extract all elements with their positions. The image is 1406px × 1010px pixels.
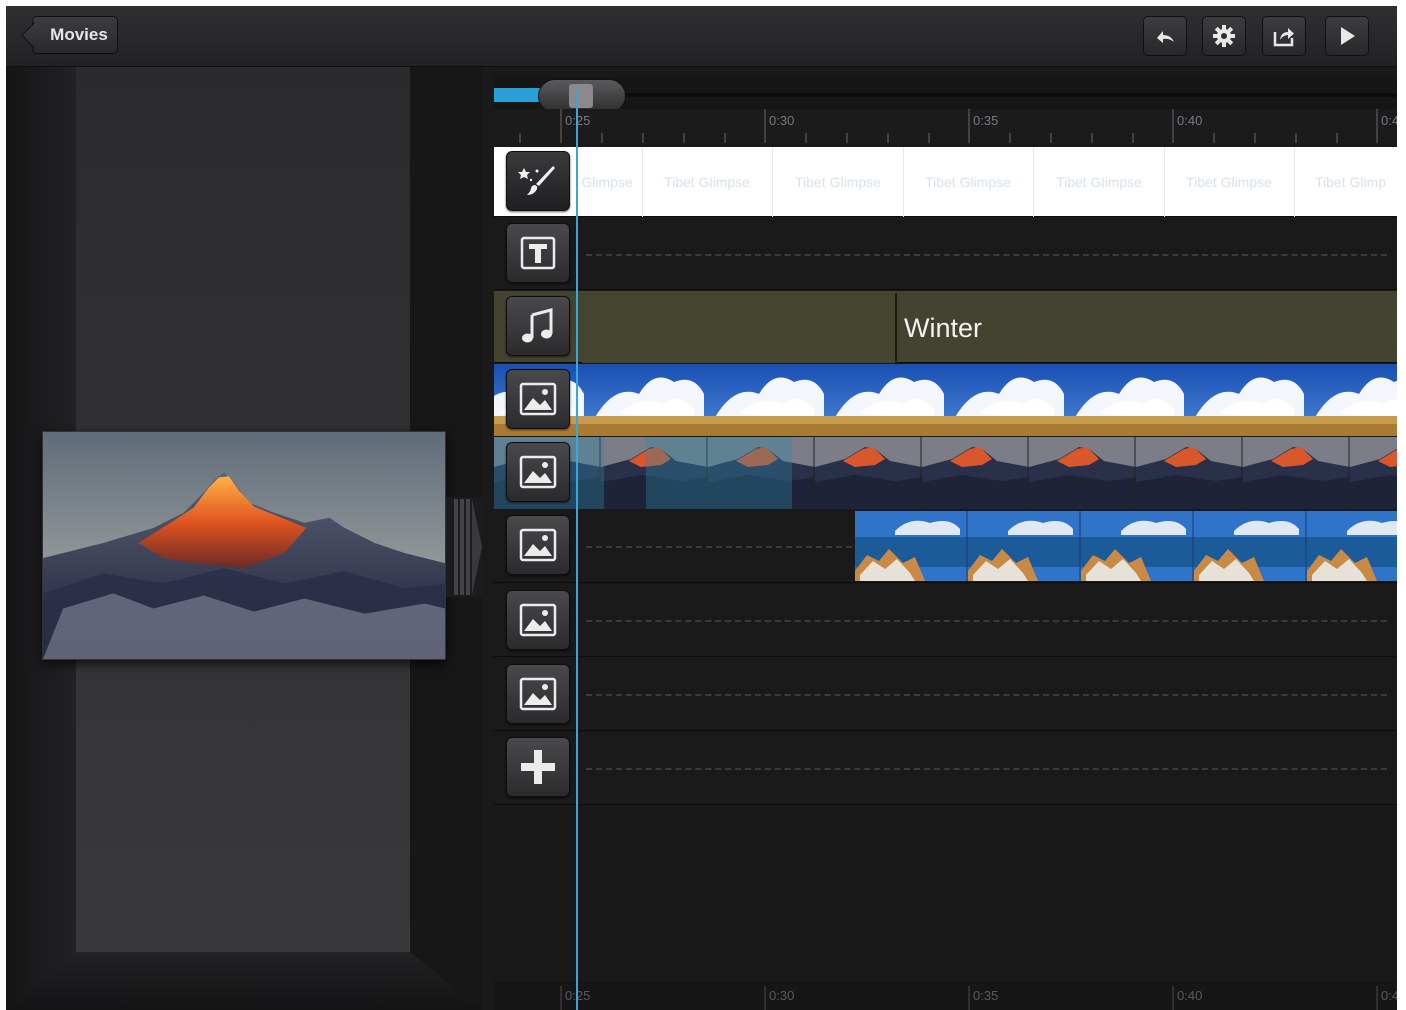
image-icon (519, 677, 557, 711)
theme-clip[interactable]: Tibet Glimpse (642, 147, 773, 217)
add-track-button[interactable] (506, 737, 570, 797)
image-icon (519, 528, 557, 562)
share-button[interactable] (1262, 16, 1306, 56)
preview-collapse-handle[interactable] (446, 497, 482, 597)
empty-track-placeholder (586, 253, 1387, 256)
ruler-label: 0:4 (1381, 113, 1397, 128)
back-button[interactable]: Movies (32, 16, 118, 54)
theme-clip-label: Tibet Glimpse (925, 174, 1011, 190)
play-button[interactable] (1325, 16, 1369, 56)
image-track-button[interactable] (506, 369, 570, 429)
plus-icon (521, 750, 555, 784)
theme-button[interactable] (506, 151, 570, 211)
time-ruler: 0:25 0:30 0:35 0:40 0:4 (494, 109, 1397, 145)
music-clip-title: Winter (904, 313, 983, 343)
image-clip-clouds[interactable] (494, 364, 1397, 436)
theme-clip[interactable]: Tibet Glimp (1295, 147, 1397, 217)
position-scrubber[interactable] (494, 77, 1397, 113)
preview-panel (6, 67, 482, 1010)
image-track-button[interactable] (506, 590, 570, 650)
theme-clip[interactable]: Tibet Glimpse (1164, 147, 1295, 217)
image-track[interactable] (494, 364, 1397, 436)
theme-clip-label: Tibet Glimpse (1056, 174, 1142, 190)
image-clip-mountains[interactable] (494, 437, 1397, 509)
ruler-label: 0:40 (1177, 988, 1203, 1003)
toolbar: Movies (6, 6, 1397, 67)
title-track-button[interactable] (506, 223, 570, 283)
settings-button[interactable] (1202, 16, 1246, 56)
share-icon (1273, 28, 1294, 47)
empty-track-placeholder (586, 546, 852, 548)
image-track[interactable] (494, 437, 1397, 509)
ruler-label: 0:35 (973, 988, 999, 1003)
timeline-panel: 0:25 0:30 0:35 0:40 0:4 Glimpse Tibet Gl… (494, 67, 1397, 1010)
undo-icon (1157, 31, 1174, 43)
preview-video-frame (42, 431, 446, 660)
scrubber-track (544, 93, 1397, 97)
music-note-icon (522, 308, 553, 343)
image-icon (519, 455, 557, 489)
music-clip[interactable] (582, 291, 895, 363)
bottom-time-ruler: 0:25 0:30 0:35 0:40 0:4 (494, 982, 1397, 1010)
scrubber-progress (494, 88, 544, 102)
image-track-button[interactable] (506, 664, 570, 724)
gear-icon (1213, 25, 1235, 47)
theme-clip-label: Tibet Glimp (1315, 174, 1387, 190)
ruler-label: 0:30 (769, 113, 795, 128)
scrubber-handle[interactable] (538, 79, 626, 113)
empty-track-placeholder (586, 694, 1387, 696)
magic-brush-icon (518, 166, 555, 195)
image-track[interactable] (494, 658, 1397, 731)
theme-clip[interactable]: Glimpse (582, 147, 643, 217)
app-window: Movies 0:30 0:35 0:40 0:4 Glimpse Tibet … (6, 6, 1397, 1010)
image-track[interactable] (494, 510, 1397, 583)
playhead[interactable] (576, 90, 578, 1010)
empty-track-placeholder (586, 768, 1387, 770)
ruler-label: 0:4 (1381, 988, 1397, 1003)
music-track[interactable]: Winter (494, 291, 1397, 363)
text-icon (520, 236, 556, 270)
image-track[interactable] (494, 584, 1397, 657)
undo-button[interactable] (1143, 16, 1187, 56)
play-icon (1341, 27, 1355, 45)
theme-clip[interactable]: Tibet Glimpse (773, 147, 904, 217)
music-track-button[interactable] (506, 296, 570, 356)
image-track-button[interactable] (506, 515, 570, 575)
image-icon (519, 382, 557, 416)
theme-clip-label: Tibet Glimpse (1186, 174, 1272, 190)
image-track-button[interactable] (506, 442, 570, 502)
ruler-label: 0:35 (973, 113, 999, 128)
add-track-row (494, 732, 1397, 805)
theme-track[interactable]: Glimpse Tibet Glimpse Tibet Glimpse Tibe… (494, 147, 1397, 217)
theme-clip-label: Glimpse (582, 174, 633, 190)
theme-clip-label: Tibet Glimpse (795, 174, 881, 190)
image-icon (519, 603, 557, 637)
ruler-label: 0:40 (1177, 113, 1203, 128)
back-button-label: Movies (50, 25, 108, 44)
theme-clip-label: Tibet Glimpse (664, 174, 750, 190)
image-clip-lake[interactable] (855, 511, 1397, 581)
title-track[interactable] (494, 218, 1397, 290)
ruler-label: 0:30 (769, 988, 795, 1003)
theme-clip[interactable]: Tibet Glimpse (903, 147, 1034, 217)
empty-track-placeholder (586, 620, 1387, 622)
theme-clip[interactable]: Tibet Glimpse (1034, 147, 1165, 217)
